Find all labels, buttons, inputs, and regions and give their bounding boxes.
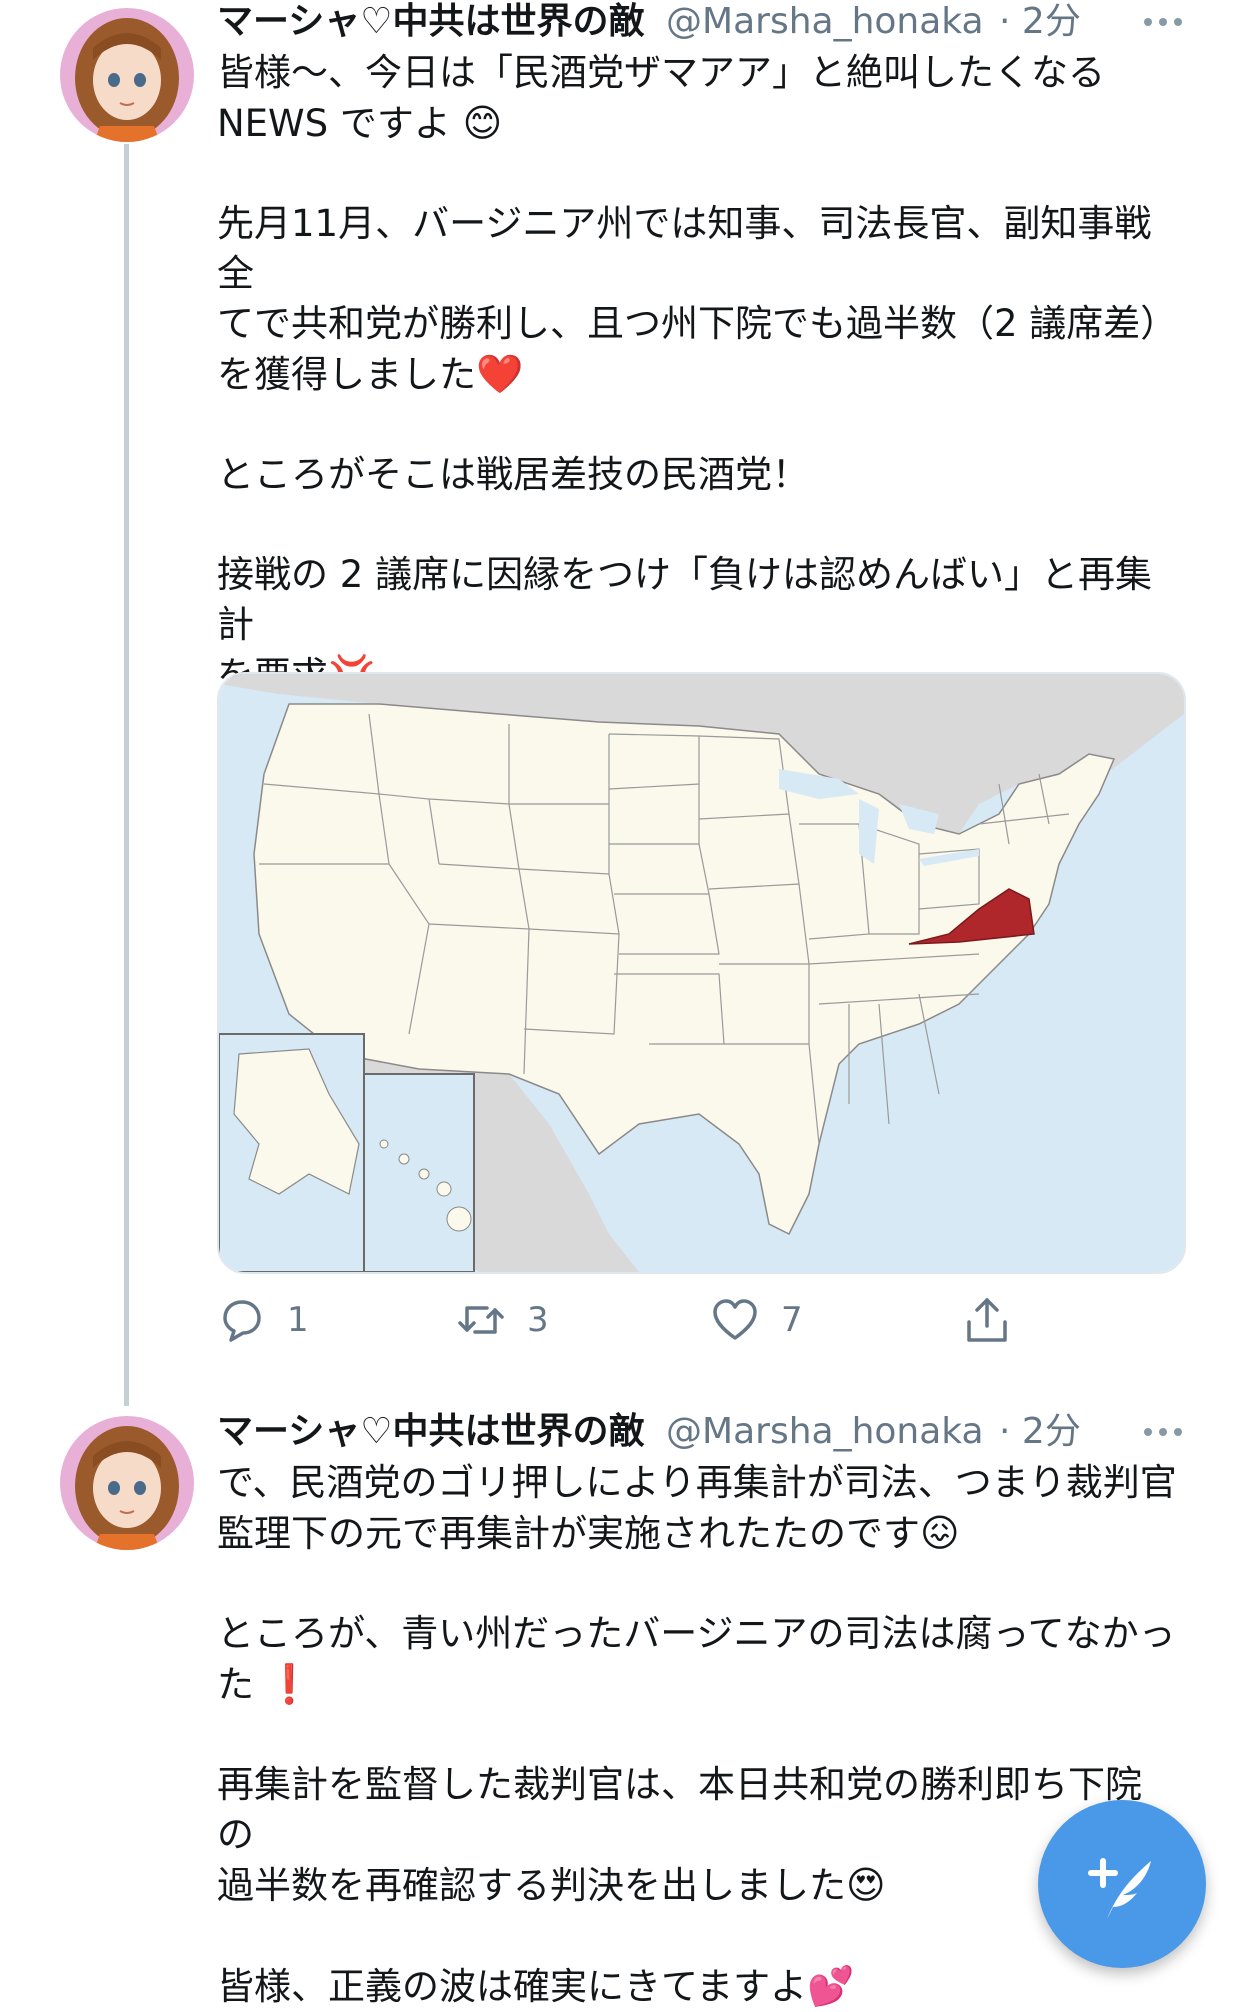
text-line: 監理下の元で再集計が実施されたたのです xyxy=(217,1512,920,1555)
heart-eyes-emoji-icon: 😍 xyxy=(846,1863,886,1907)
text-line: 皆様、正義の波は確実にきてますよ xyxy=(217,1965,808,2008)
text-line: 再集計を監督した裁判官は、本日共和党の勝利即ち下院の xyxy=(217,1763,1142,1856)
user-handle[interactable]: @Marsha_honaka xyxy=(666,1411,984,1452)
text-line: 過半数を再確認する判決を出しました xyxy=(217,1864,846,1907)
confounded-emoji-icon: 😖 xyxy=(920,1511,960,1555)
reply-button[interactable]: 1 xyxy=(217,1290,309,1350)
retweet-button[interactable]: 3 xyxy=(457,1290,549,1350)
two-hearts-emoji-icon: 💕 xyxy=(807,1964,855,2008)
like-count: 7 xyxy=(781,1300,803,1340)
avatar[interactable] xyxy=(60,1416,194,1550)
smile-emoji-icon: 😊 xyxy=(462,101,503,145)
text-line: てで共和党が勝利し、且つ州下院でも過半数（2 議席差） xyxy=(217,302,1178,345)
compose-feather-icon xyxy=(1088,1858,1151,1919)
share-button[interactable] xyxy=(963,1290,1011,1350)
retweet-icon xyxy=(458,1306,504,1334)
tweet-header: マーシャ♡中共は世界の敵 @Marsha_honaka · 2分 xyxy=(217,0,1182,50)
more-options-icon[interactable] xyxy=(1122,0,1182,50)
user-handle[interactable]: @Marsha_honaka xyxy=(666,1,984,42)
tweet-text: 皆様〜、今日は「民酒党ザマアア」と絶叫したくなる NEWS ですよ 😊 先月11… xyxy=(217,48,1177,751)
timestamp[interactable]: · 2分 xyxy=(999,1411,1081,1452)
tweet-text: で、民酒党のゴリ押しにより再集計が司法、つまり裁判官 監理下の元で再集計が実施さ… xyxy=(217,1458,1177,2012)
text-line: ところがそこは戦居差技の民酒党！ xyxy=(217,453,809,496)
text-line: ところが、青い州だったバージニアの司法は腐ってなかっ xyxy=(217,1612,1176,1655)
text-line: を獲得しました xyxy=(217,353,476,396)
tweet-header: マーシャ♡中共は世界の敵 @Marsha_honaka · 2分 xyxy=(217,1404,1182,1460)
more-options-icon[interactable] xyxy=(1122,1404,1182,1460)
text-line: 先月11月、バージニア州では知事、司法長官、副知事戦全 xyxy=(217,202,1152,295)
share-icon xyxy=(967,1298,1007,1342)
tweet-actions: 1 3 7 xyxy=(217,1290,1037,1350)
display-name[interactable]: マーシャ♡中共は世界の敵 xyxy=(217,1,645,42)
thread-line xyxy=(124,144,129,1406)
text-line: NEWS ですよ xyxy=(217,102,451,145)
text-line: 接戦の 2 議席に因縁をつけ「負けは認めんばい」と再集計 xyxy=(217,553,1153,646)
map-image[interactable] xyxy=(217,672,1186,1274)
text-line: た xyxy=(217,1663,254,1706)
text-line: 皆様〜、今日は「民酒党ザマアア」と絶叫したくなる xyxy=(217,51,1105,94)
heart-emoji-icon: ❤️ xyxy=(476,352,524,396)
compose-tweet-button[interactable] xyxy=(1038,1800,1206,1968)
timestamp[interactable]: · 2分 xyxy=(999,1,1081,42)
avatar[interactable] xyxy=(60,8,194,142)
exclamation-emoji-icon: ❗ xyxy=(265,1662,314,1706)
tweet-1[interactable]: マーシャ♡中共は世界の敵 @Marsha_honaka · 2分 皆様〜、今日は… xyxy=(0,0,1242,1406)
text-line: で、民酒党のゴリ押しにより再集計が司法、つまり裁判官 xyxy=(217,1461,1177,1504)
reply-icon xyxy=(223,1300,261,1342)
retweet-count: 3 xyxy=(527,1300,549,1340)
reply-count: 1 xyxy=(287,1300,309,1340)
like-button[interactable]: 7 xyxy=(711,1290,803,1350)
display-name[interactable]: マーシャ♡中共は世界の敵 xyxy=(217,1411,645,1452)
heart-icon xyxy=(713,1299,757,1340)
